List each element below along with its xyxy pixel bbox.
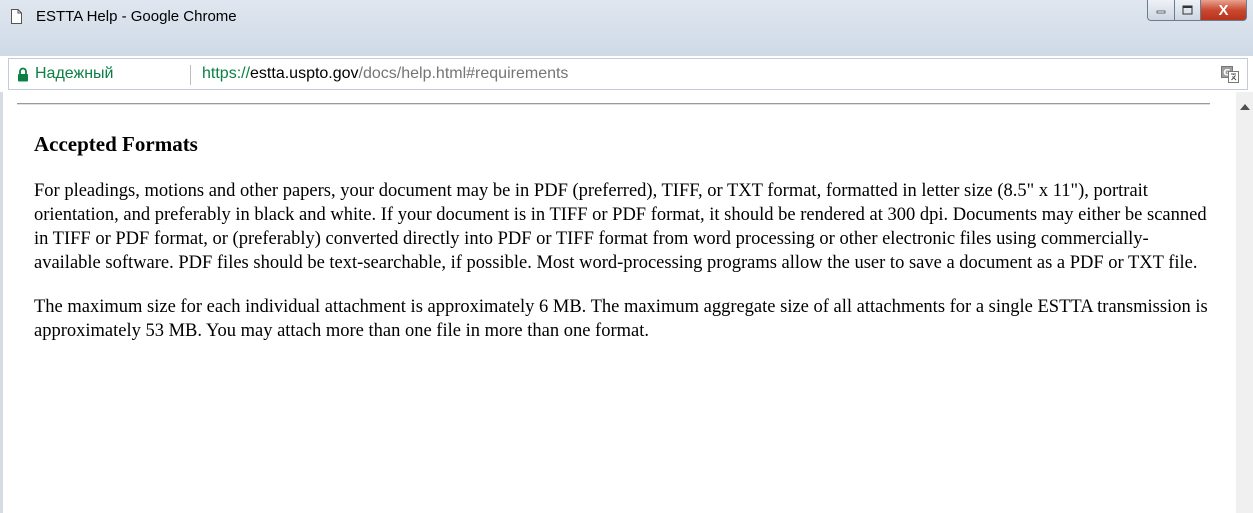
horizontal-rule	[17, 103, 1210, 105]
url-text[interactable]: https://estta.uspto.gov/docs/help.html#r…	[202, 65, 568, 83]
translate-icon[interactable]: G	[1221, 66, 1239, 83]
minimize-icon	[1156, 10, 1166, 14]
page-viewport[interactable]: Accepted Formats For pleadings, motions …	[0, 92, 1253, 513]
minimize-button[interactable]	[1147, 0, 1175, 21]
maximize-icon	[1182, 5, 1193, 15]
security-indicator-label[interactable]: Надежный	[35, 65, 113, 83]
scroll-up-arrow-icon[interactable]	[1240, 104, 1250, 110]
page-document-icon	[11, 9, 22, 24]
paragraph-size-limits: The maximum size for each individual att…	[34, 297, 1208, 341]
window-title: ESTTA Help - Google Chrome	[36, 8, 237, 25]
url-scheme: https://	[202, 65, 251, 82]
maximize-button[interactable]	[1175, 0, 1201, 21]
title-bar[interactable]: ESTTA Help - Google Chrome X	[0, 0, 1253, 56]
address-separator	[190, 65, 191, 85]
browser-window: ESTTA Help - Google Chrome X Надежный ht…	[0, 0, 1253, 513]
url-path: /docs/help.html#requirements	[358, 65, 569, 82]
close-button[interactable]: X	[1201, 0, 1247, 21]
window-controls: X	[1147, 0, 1247, 22]
paragraph-accepted-formats: For pleadings, motions and other papers,…	[34, 181, 1207, 273]
vertical-scrollbar[interactable]	[1236, 92, 1253, 513]
url-host: estta.uspto.gov	[250, 65, 359, 82]
window-left-edge	[0, 92, 3, 513]
close-icon: X	[1218, 1, 1229, 19]
section-heading: Accepted Formats	[34, 132, 198, 156]
help-article: Accepted Formats For pleadings, motions …	[34, 132, 1214, 363]
address-bar[interactable]: Надежный https://estta.uspto.gov/docs/he…	[8, 58, 1248, 90]
lock-icon	[18, 67, 28, 82]
